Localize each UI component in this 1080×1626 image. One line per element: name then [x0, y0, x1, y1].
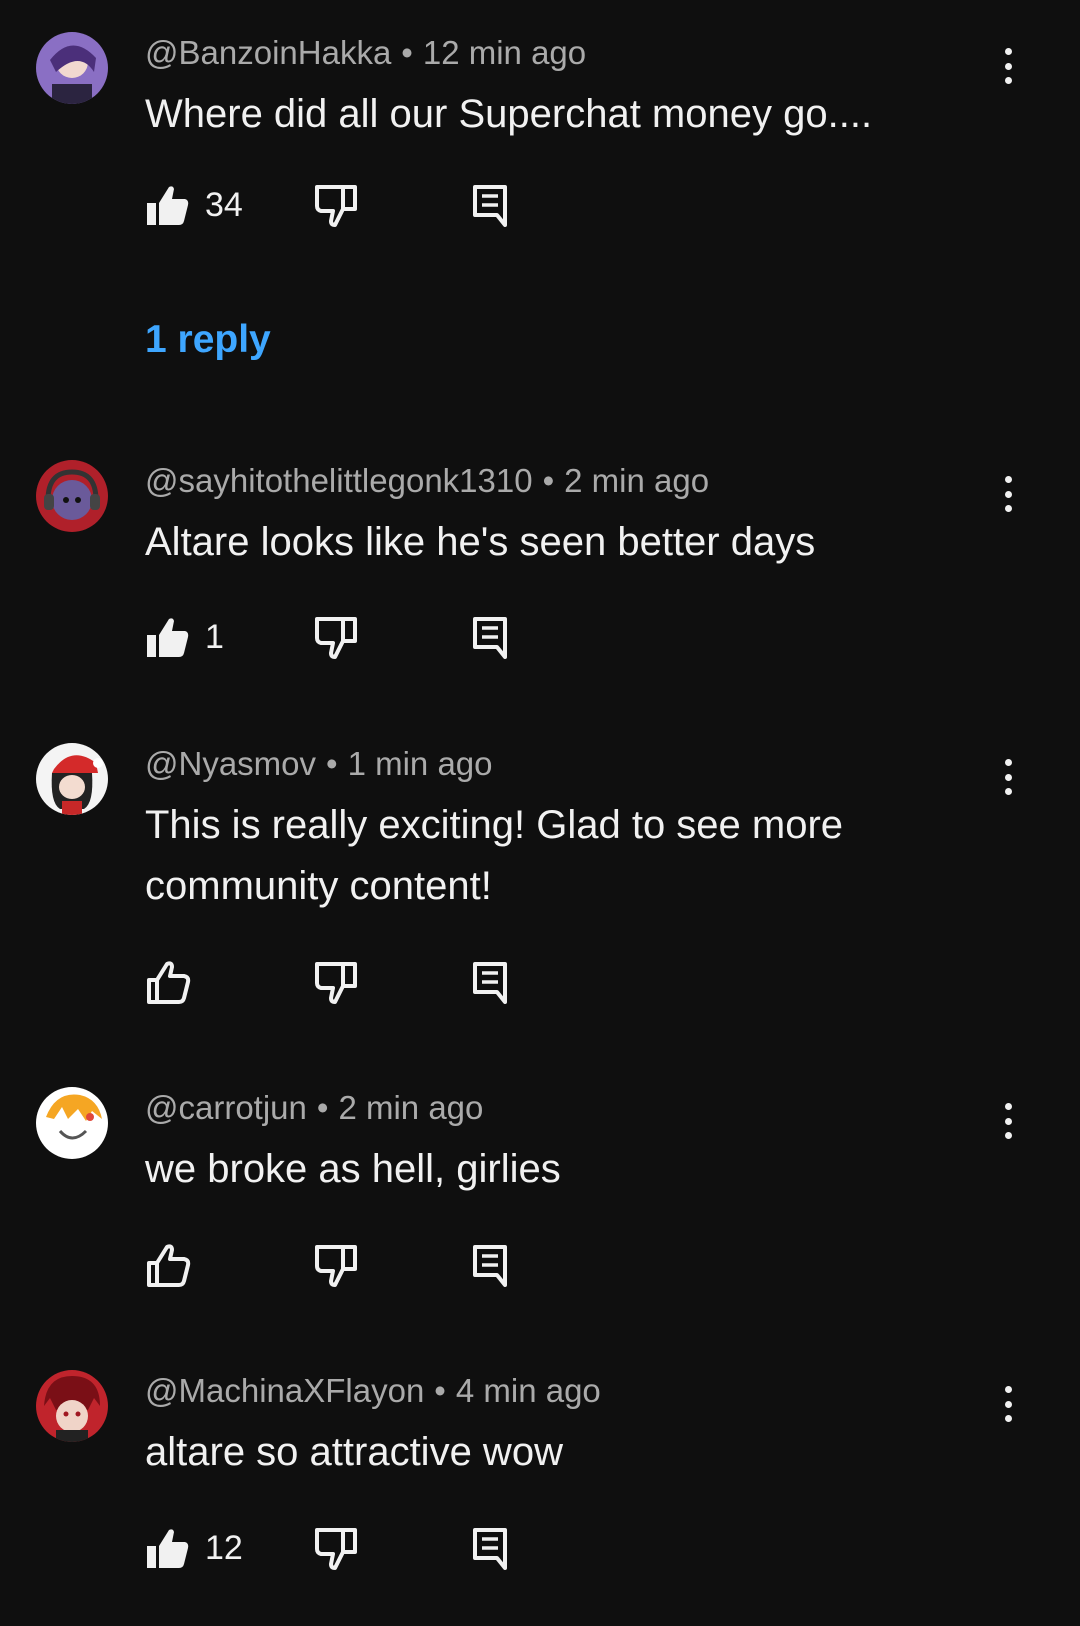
- more-vert-icon[interactable]: [996, 755, 1020, 799]
- more-vert-icon[interactable]: [996, 472, 1020, 516]
- like-button[interactable]: 34: [145, 183, 243, 227]
- meta-separator: •: [316, 1089, 329, 1126]
- comment-author[interactable]: @MachinaXFlayon: [145, 1372, 424, 1409]
- comment-text: Where did all our Superchat money go....: [145, 92, 873, 136]
- comment-time: 4 min ago: [455, 1372, 601, 1409]
- thumbs-up-outline-icon: [147, 1244, 191, 1287]
- meta-separator: •: [326, 745, 338, 782]
- more-vert-icon[interactable]: [996, 44, 1020, 88]
- thumbs-down-outline-icon: [315, 1245, 357, 1287]
- avatar[interactable]: [36, 460, 108, 532]
- comment-meta: @MachinaXFlayon • 4 min ago: [145, 1372, 601, 1410]
- comment-actions: 12: [145, 1526, 545, 1570]
- meta-separator: •: [401, 34, 413, 71]
- comment-text: altare so attractive wow: [145, 1430, 563, 1474]
- comment-author[interactable]: @BanzoinHakka: [145, 34, 391, 71]
- reply-icon: [473, 617, 507, 659]
- comment-text: we broke as hell, girlies: [145, 1147, 561, 1191]
- comment-author[interactable]: @Nyasmov: [145, 745, 316, 782]
- reply-icon: [473, 1245, 507, 1287]
- dislike-button[interactable]: [313, 960, 359, 1004]
- more-vert-icon[interactable]: [996, 1382, 1020, 1426]
- avatar-image: [36, 1370, 108, 1442]
- thumbs-up-filled-icon: [147, 618, 189, 657]
- reply-button[interactable]: [467, 960, 513, 1004]
- comment-time: 1 min ago: [347, 745, 493, 782]
- reply-icon: [473, 962, 507, 1004]
- dislike-button[interactable]: [313, 1243, 359, 1287]
- avatar[interactable]: [36, 32, 108, 104]
- replies-link[interactable]: 1 reply: [145, 318, 271, 362]
- comment-author[interactable]: @carrotjun: [145, 1089, 307, 1126]
- avatar-image: [36, 32, 108, 104]
- comment-author[interactable]: @sayhitothelittlegonk1310: [145, 462, 533, 499]
- comment-meta: @Nyasmov • 1 min ago: [145, 745, 493, 783]
- avatar-image: [36, 743, 108, 815]
- comment-meta: @BanzoinHakka • 12 min ago: [145, 34, 586, 72]
- like-count: 12: [205, 1528, 243, 1567]
- reply-icon: [473, 1528, 507, 1570]
- comment-time: 2 min ago: [338, 1089, 484, 1126]
- like-button[interactable]: 1: [145, 615, 224, 659]
- like-button[interactable]: 12: [145, 1526, 243, 1570]
- avatar-image: [36, 460, 108, 532]
- thumbs-up-filled-icon: [147, 1529, 189, 1568]
- thumbs-up-filled-icon: [147, 186, 189, 225]
- thumbs-down-outline-icon: [315, 1528, 357, 1570]
- avatar-image: [36, 1087, 108, 1159]
- reply-button[interactable]: [467, 615, 513, 659]
- dislike-button[interactable]: [313, 615, 359, 659]
- like-count: 34: [205, 185, 243, 224]
- more-vert-icon[interactable]: [996, 1099, 1020, 1143]
- like-button[interactable]: [145, 1243, 205, 1287]
- like-button[interactable]: [145, 960, 205, 1004]
- avatar[interactable]: [36, 1370, 108, 1442]
- comment-time: 2 min ago: [564, 462, 710, 499]
- comment-text: This is really exciting! Glad to see mor…: [145, 803, 844, 908]
- thumbs-down-outline-icon: [315, 617, 357, 659]
- comment-actions: [145, 1243, 545, 1287]
- thumbs-down-outline-icon: [315, 185, 357, 227]
- dislike-button[interactable]: [313, 183, 359, 227]
- comment-actions: [145, 960, 545, 1004]
- comment-meta: @carrotjun • 2 min ago: [145, 1089, 483, 1127]
- like-count: 1: [205, 617, 224, 656]
- reply-button[interactable]: [467, 1526, 513, 1570]
- avatar[interactable]: [36, 1087, 108, 1159]
- comment-actions: 34: [145, 183, 545, 227]
- meta-separator: •: [434, 1372, 446, 1409]
- comment-meta: @sayhitothelittlegonk1310 • 2 min ago: [145, 462, 709, 500]
- meta-separator: •: [542, 462, 555, 499]
- dislike-button[interactable]: [313, 1526, 359, 1570]
- comment-text: Altare looks like he's seen better days: [145, 520, 816, 564]
- reply-button[interactable]: [467, 183, 513, 227]
- thumbs-down-outline-icon: [315, 962, 357, 1004]
- comment-time: 12 min ago: [422, 34, 587, 71]
- avatar[interactable]: [36, 743, 108, 815]
- reply-button[interactable]: [467, 1243, 513, 1287]
- comment-actions: 1: [145, 615, 545, 659]
- thumbs-up-outline-icon: [147, 961, 191, 1004]
- reply-icon: [473, 185, 507, 227]
